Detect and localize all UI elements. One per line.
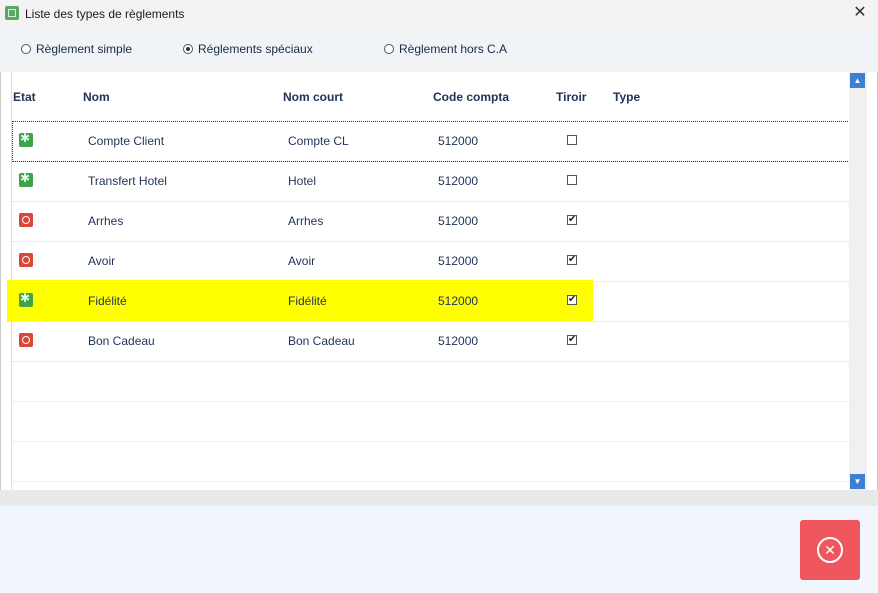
cell-nom-court: Hotel [288,174,317,188]
radio-reglement-simple[interactable]: Règlement simple [21,42,132,56]
cell-nom: Fidélité [88,294,127,308]
close-circle-icon: ✕ [817,537,843,563]
scroll-down-icon[interactable]: ▼ [850,474,865,489]
table-row[interactable]: Bon Cadeau Bon Cadeau 512000 ✔ [12,321,850,362]
radio-label: Règlement hors C.A [399,42,508,56]
column-header-nom[interactable]: Nom [83,90,110,104]
grid-bottom-band [0,490,878,506]
radio-label: Réglements spéciaux [198,42,313,56]
table-row[interactable]: Avoir Avoir 512000 ✔ [12,241,850,282]
cell-code-compta: 512000 [438,254,479,268]
mode-selector: Règlement simple Réglements spéciaux Règ… [0,28,878,72]
cell-code-compta: 512000 [438,214,479,228]
column-header-nom-court[interactable]: Nom court [283,90,343,104]
tiroir-checkbox[interactable] [567,135,577,145]
vertical-scrollbar[interactable]: ▲ ▼ [849,72,867,490]
cell-nom-court: Avoir [288,254,316,268]
column-header-tiroir[interactable]: Tiroir [556,90,586,104]
active-state-icon [19,171,33,187]
cell-nom-court: Compte CL [288,134,349,148]
active-state-icon [19,291,33,307]
footer-panel [0,506,878,593]
radio-label: Règlement simple [36,42,133,56]
tiroir-checkbox[interactable] [567,175,577,185]
table-row[interactable]: Transfert Hotel Hotel 512000 [12,161,850,202]
close-button[interactable]: ✕ [800,520,860,580]
cell-nom: Transfert Hotel [88,174,167,188]
radio-reglement-hors-ca[interactable]: Règlement hors C.A [384,42,507,56]
inactive-state-icon [19,333,33,347]
payment-types-grid: Etat Nom Nom court Code compta Tiroir Ty… [7,72,868,490]
radio-button-selected-icon [183,44,193,54]
empty-row [12,401,850,442]
table-row[interactable]: Compte Client Compte CL 512000 [12,121,850,162]
radio-reglements-speciaux[interactable]: Réglements spéciaux [183,42,313,56]
cell-nom: Compte Client [88,134,165,148]
window-title: Liste des types de règlements [25,7,185,21]
cell-nom: Avoir [88,254,116,268]
grid-header: Etat Nom Nom court Code compta Tiroir Ty… [12,72,850,120]
close-window-icon[interactable]: ✕ [850,3,870,23]
title-bar: Liste des types de règlements ✕ [0,0,878,29]
inactive-state-icon [19,253,33,267]
app-icon [5,6,19,20]
cell-code-compta: 512000 [438,294,479,308]
cell-nom: Arrhes [88,214,124,228]
cell-nom-court: Bon Cadeau [288,334,355,348]
cell-code-compta: 512000 [438,174,479,188]
radio-button-icon [384,44,394,54]
cell-nom-court: Fidélité [288,294,327,308]
cell-nom: Bon Cadeau [88,334,155,348]
active-state-icon [19,131,33,147]
cell-code-compta: 512000 [438,134,479,148]
table-row[interactable]: Fidélité Fidélité 512000 ✔ [12,281,850,322]
column-header-etat[interactable]: Etat [13,90,36,104]
tiroir-checkbox-checked[interactable]: ✔ [567,255,577,265]
empty-row [12,441,850,482]
empty-row [12,361,850,402]
cell-code-compta: 512000 [438,334,479,348]
tiroir-checkbox-checked[interactable]: ✔ [567,335,577,345]
radio-button-icon [21,44,31,54]
table-row[interactable]: Arrhes Arrhes 512000 ✔ [12,201,850,242]
tiroir-checkbox-checked[interactable]: ✔ [567,215,577,225]
column-header-type[interactable]: Type [613,90,640,104]
column-header-code-compta[interactable]: Code compta [433,90,509,104]
cell-nom-court: Arrhes [288,214,324,228]
tiroir-checkbox-checked[interactable]: ✔ [567,295,577,305]
inactive-state-icon [19,213,33,227]
scroll-up-icon[interactable]: ▲ [850,73,865,88]
